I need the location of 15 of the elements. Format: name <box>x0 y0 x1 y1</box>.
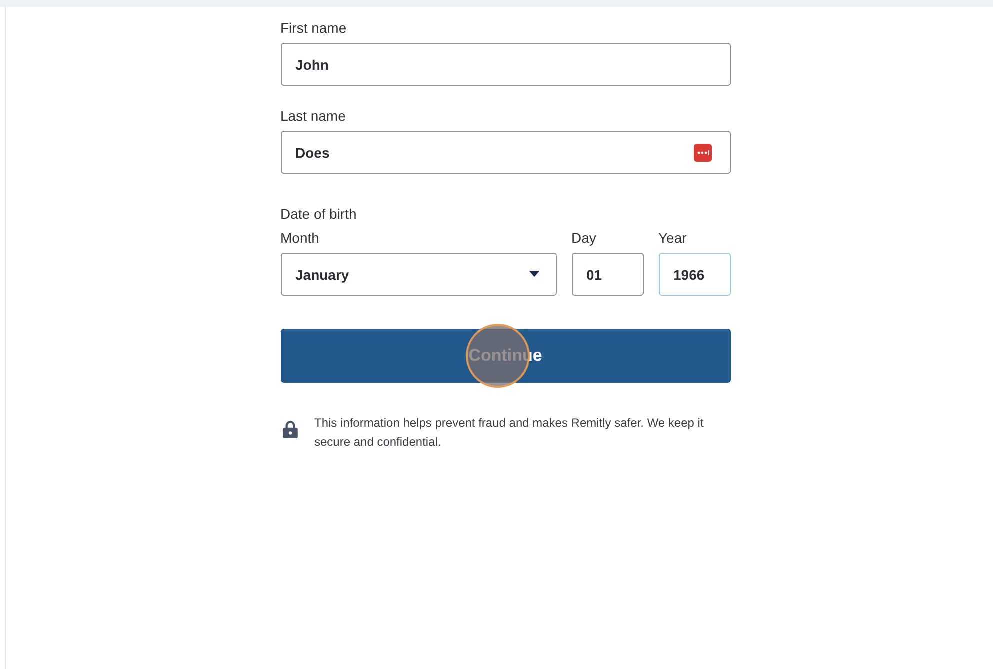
month-dropdown[interactable]: January <box>280 253 556 296</box>
field-label: Month <box>280 230 320 247</box>
section-label: Date of birth <box>280 206 358 223</box>
text-field[interactable]: John <box>280 43 730 86</box>
security-note: This information helps prevent fraud and makes Remitly safer. We keep it secure and confidential. <box>314 415 705 451</box>
password-manager-icon[interactable] <box>694 144 712 162</box>
day-field[interactable]: 01 <box>572 253 644 296</box>
year-field[interactable]: 1966 <box>658 253 730 296</box>
field-label: Day <box>572 230 598 247</box>
lock-icon <box>282 420 298 439</box>
text-field[interactable]: Does <box>280 131 730 174</box>
caret-icon <box>528 271 540 278</box>
field-label: Year <box>658 230 688 247</box>
field-label: Last name <box>280 108 347 125</box>
field-label: First name <box>280 20 348 37</box>
